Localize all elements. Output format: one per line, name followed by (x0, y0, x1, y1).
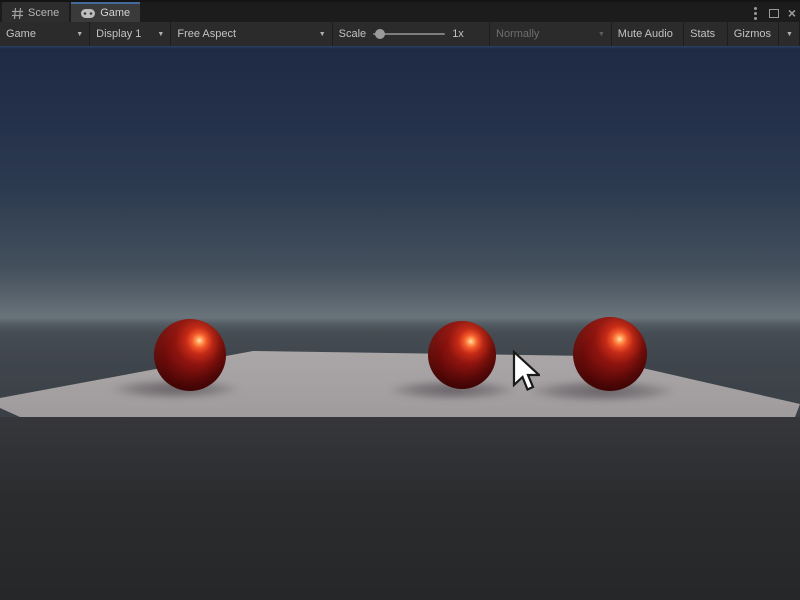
display-target-dropdown[interactable]: Game ▼ (0, 22, 90, 46)
scale-slider[interactable] (373, 29, 445, 39)
gamepad-icon (81, 9, 95, 18)
chevron-down-icon: ▼ (778, 22, 793, 46)
display-target-label: Game (6, 28, 36, 40)
chevron-down-icon: ▼ (598, 31, 605, 38)
red-sphere-left (154, 319, 226, 391)
below-plane-area (0, 417, 800, 600)
display-label: Display 1 (96, 28, 141, 40)
mute-audio-button[interactable]: Mute Audio (612, 22, 684, 46)
display-dropdown[interactable]: Display 1 ▼ (90, 22, 171, 46)
scale-value: 1x (452, 28, 464, 40)
tab-scene-label: Scene (28, 7, 59, 19)
tab-game[interactable]: Game (71, 2, 140, 22)
chevron-down-icon: ▼ (319, 31, 326, 38)
aspect-ratio-dropdown[interactable]: Free Aspect ▼ (171, 22, 332, 46)
stats-label: Stats (690, 28, 715, 40)
unity-game-window: Scene Game × Game ▼ Display 1 ▼ (0, 0, 800, 600)
chevron-down-icon: ▼ (157, 31, 164, 38)
mute-audio-label: Mute Audio (618, 28, 673, 40)
maximize-icon[interactable] (769, 9, 779, 18)
play-focus-label: Normally (496, 28, 539, 40)
game-viewport[interactable] (0, 46, 800, 600)
mouse-cursor-icon (512, 350, 540, 401)
red-sphere-right (573, 317, 647, 391)
close-icon[interactable]: × (788, 6, 796, 20)
game-view-toolbar: Game ▼ Display 1 ▼ Free Aspect ▼ Scale 1… (0, 22, 800, 46)
chevron-down-icon: ▼ (76, 31, 83, 38)
grid-icon (12, 8, 23, 19)
gizmos-label: Gizmos (734, 28, 771, 40)
aspect-ratio-label: Free Aspect (177, 28, 236, 40)
window-controls: × (751, 5, 796, 21)
gizmos-dropdown[interactable]: Gizmos ▼ (728, 22, 800, 46)
kebab-menu-icon[interactable] (754, 12, 757, 15)
red-sphere-middle (428, 321, 496, 389)
scale-control: Scale 1x (333, 22, 489, 46)
stats-button[interactable]: Stats (684, 22, 728, 46)
tab-scene[interactable]: Scene (2, 2, 69, 22)
scale-slider-knob[interactable] (375, 29, 385, 39)
scale-label: Scale (339, 28, 367, 40)
play-focus-dropdown[interactable]: Normally ▼ (489, 22, 612, 46)
tab-game-label: Game (100, 7, 130, 19)
tab-bar: Scene Game × (0, 0, 800, 22)
